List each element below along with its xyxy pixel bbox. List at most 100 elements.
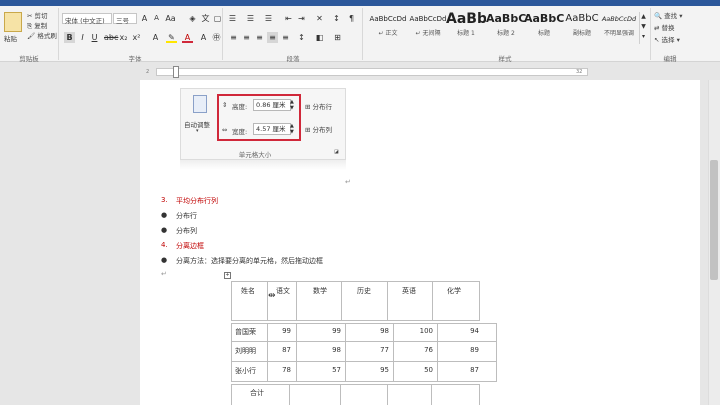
table-cell[interactable]: 98 bbox=[300, 346, 341, 354]
paste-button[interactable]: 粘贴 bbox=[4, 33, 17, 43]
table-cell[interactable]: 98 bbox=[349, 327, 389, 335]
borders-icon[interactable]: ⊞ bbox=[332, 32, 343, 43]
numbering-icon[interactable]: ☰ bbox=[245, 13, 256, 24]
table-header[interactable]: 数学 bbox=[313, 286, 327, 296]
table-move-handle-icon[interactable]: + bbox=[224, 272, 231, 279]
italic-icon[interactable]: I bbox=[77, 32, 88, 43]
align-right-icon[interactable]: ≡ bbox=[254, 32, 265, 43]
multilevel-list-icon[interactable]: ☰ bbox=[263, 13, 274, 24]
replace-button[interactable]: ⇄ 替换 bbox=[654, 22, 675, 32]
table-cell[interactable]: 57 bbox=[300, 366, 341, 374]
table-cell[interactable]: 87 bbox=[270, 346, 291, 354]
scrollbar-thumb[interactable] bbox=[710, 160, 718, 280]
table-cell[interactable]: 94 bbox=[441, 327, 479, 335]
clear-format-icon[interactable]: ◈ bbox=[187, 13, 198, 24]
font-group-label: 字体 bbox=[128, 55, 142, 63]
indent-marker-icon[interactable] bbox=[173, 66, 179, 78]
align-center-icon[interactable]: ≡ bbox=[241, 32, 252, 43]
style-subtle-emphasis[interactable]: AaBbCcDd 不明显强调 bbox=[600, 10, 638, 40]
find-button[interactable]: 🔍 查找 ▾ bbox=[654, 10, 683, 20]
superscript-icon[interactable]: x² bbox=[131, 32, 142, 43]
increase-indent-icon[interactable]: ⇥ bbox=[296, 13, 307, 24]
auto-fit-icon[interactable] bbox=[193, 95, 207, 113]
subscript-icon[interactable]: x₂ bbox=[118, 32, 129, 43]
underline-icon[interactable]: U bbox=[89, 32, 100, 43]
style-heading-2-preview: AaBbC bbox=[486, 12, 526, 25]
table-cell[interactable]: 89 bbox=[441, 346, 479, 354]
doc-line[interactable]: 分离边框 bbox=[176, 241, 204, 251]
table-cell[interactable]: 99 bbox=[300, 327, 341, 335]
shading-icon[interactable]: ◧ bbox=[314, 32, 325, 43]
table-cell-name[interactable]: 曾国荣 bbox=[235, 327, 256, 337]
table-total-label[interactable]: 合计 bbox=[250, 388, 264, 398]
table-cell[interactable]: 100 bbox=[397, 327, 433, 335]
decrease-indent-icon[interactable]: ⇤ bbox=[283, 13, 294, 24]
font-name-select[interactable]: 宋体 (中文正) bbox=[62, 13, 112, 25]
justify-icon[interactable]: ≡ bbox=[267, 32, 278, 43]
table-cell[interactable]: 87 bbox=[441, 366, 479, 374]
table-header[interactable]: 语文 bbox=[276, 286, 290, 296]
table-header[interactable]: 历史 bbox=[357, 286, 371, 296]
styles-group-label: 样式 bbox=[498, 55, 512, 63]
paragraph-mark: ↵ bbox=[161, 270, 167, 278]
style-heading-2[interactable]: AaBbC 标题 2 bbox=[486, 10, 526, 40]
doc-line[interactable]: 平均分布行列 bbox=[176, 196, 218, 206]
table-header[interactable]: 化学 bbox=[447, 286, 461, 296]
sort-icon[interactable]: ↕ bbox=[331, 13, 342, 24]
doc-line[interactable]: 分布行 bbox=[176, 211, 197, 221]
distributed-icon[interactable]: ≡ bbox=[280, 32, 291, 43]
auto-fit-dropdown-icon[interactable]: ▾ bbox=[196, 128, 199, 134]
style-no-spacing[interactable]: AaBbCcDd ↵ 无间隔 bbox=[408, 10, 448, 40]
font-color-icon[interactable]: A bbox=[182, 32, 193, 43]
chinese-layout-icon[interactable]: ✕ bbox=[314, 13, 325, 24]
font-size-select[interactable]: 三号 bbox=[113, 13, 137, 25]
shrink-font-icon[interactable]: A bbox=[151, 13, 162, 24]
table-border bbox=[231, 320, 479, 321]
table-cell[interactable]: 76 bbox=[397, 346, 433, 354]
styles-scroll-icon[interactable]: ▲ ▼ ▾ bbox=[639, 12, 647, 44]
doc-line[interactable]: 分布列 bbox=[176, 226, 197, 236]
style-normal[interactable]: AaBbCcDd ↵ 正文 bbox=[368, 10, 408, 40]
show-marks-icon[interactable]: ¶ bbox=[346, 13, 357, 24]
list-number: 4. bbox=[161, 241, 168, 249]
table-cell[interactable]: 78 bbox=[270, 366, 291, 374]
highlight-icon[interactable]: ✎ bbox=[166, 32, 177, 43]
cut-button[interactable]: ✂ 剪切 bbox=[27, 10, 48, 20]
table-cell-name[interactable]: 张小行 bbox=[235, 366, 256, 376]
phonetic-icon[interactable]: 文 bbox=[200, 13, 211, 24]
dialog-launcher-icon[interactable]: ◪ bbox=[334, 149, 339, 155]
ruler-bar[interactable] bbox=[156, 68, 588, 76]
table-cell-name[interactable]: 刘明明 bbox=[235, 346, 256, 356]
change-case-icon[interactable]: Aa bbox=[165, 13, 176, 24]
style-title[interactable]: AaBbC 标题 bbox=[524, 10, 564, 40]
strikethrough-icon[interactable]: abc bbox=[104, 32, 118, 43]
bullets-icon[interactable]: ☰ bbox=[227, 13, 238, 24]
style-heading-1[interactable]: AaBb 标题 1 bbox=[446, 10, 486, 40]
line-spacing-icon[interactable]: ↕ bbox=[296, 32, 307, 43]
distribute-cols-button[interactable]: ⊞ 分布列 bbox=[305, 124, 332, 134]
text-effects-icon[interactable]: A bbox=[150, 32, 161, 43]
enclose-char-icon[interactable]: ㊥ bbox=[211, 32, 222, 43]
format-painter-button[interactable]: 🖌 格式刷 bbox=[27, 30, 57, 40]
table-cell[interactable]: 50 bbox=[397, 366, 433, 374]
divider bbox=[650, 8, 651, 60]
divider bbox=[222, 8, 223, 60]
paste-icon[interactable] bbox=[4, 12, 22, 32]
table-header[interactable]: 英语 bbox=[402, 286, 416, 296]
table-border bbox=[231, 361, 497, 362]
cut-label: 剪切 bbox=[34, 12, 48, 20]
char-shading-icon[interactable]: A bbox=[198, 32, 209, 43]
table-cell[interactable]: 99 bbox=[270, 327, 291, 335]
doc-line[interactable]: 分离方法：选择要分离的单元格，然后拖动边框 bbox=[176, 256, 323, 266]
bold-icon[interactable]: B bbox=[64, 32, 75, 43]
table-header[interactable]: 姓名 bbox=[241, 286, 255, 296]
table-border bbox=[231, 381, 497, 382]
select-button[interactable]: ↖ 选择 ▾ bbox=[654, 34, 680, 44]
grow-font-icon[interactable]: A bbox=[139, 13, 150, 24]
style-heading-1-name: 标题 1 bbox=[457, 30, 475, 37]
table-cell[interactable]: 95 bbox=[349, 366, 389, 374]
distribute-rows-button[interactable]: ⊞ 分布行 bbox=[305, 101, 332, 111]
style-subtitle[interactable]: AaBbC 副标题 bbox=[562, 10, 602, 40]
align-left-icon[interactable]: ≡ bbox=[228, 32, 239, 43]
table-cell[interactable]: 77 bbox=[349, 346, 389, 354]
